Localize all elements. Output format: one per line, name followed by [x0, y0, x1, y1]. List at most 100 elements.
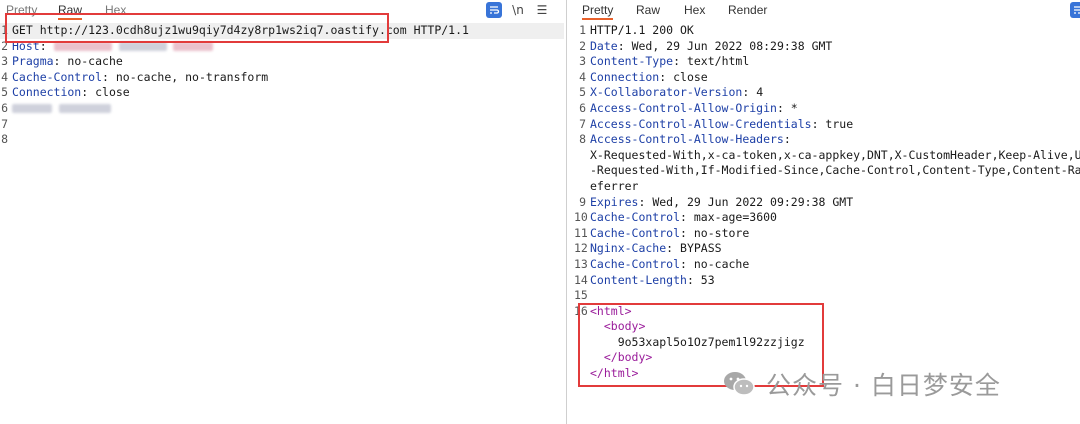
text-content: -Requested-With,If-Modified-Since,Cache-…	[590, 163, 1080, 178]
response-line: 10 Cache-Control: max-age=3600	[572, 210, 1080, 226]
header-key: Connection	[12, 85, 82, 100]
header-key: Cache-Control	[590, 210, 681, 225]
watermark: 公众号 · 白日梦安全	[722, 366, 1001, 402]
header-key: Expires	[590, 194, 639, 209]
line-number: 2	[579, 38, 586, 53]
request-line-cache-control: 4 Cache-Control: no-cache, no-transform	[0, 70, 564, 86]
response-line: 3 Content-Type: text/html	[572, 54, 1080, 70]
header-line: Access-Control-Allow-Origin: *	[590, 101, 798, 117]
header-key: Cache-Control	[590, 225, 681, 240]
line-number: 1	[579, 23, 586, 37]
request-toolbar: \n ☰	[486, 1, 550, 19]
line-number: 7	[579, 116, 586, 131]
header-key: Pragma	[12, 54, 54, 69]
response-tab-pretty[interactable]: Pretty	[582, 3, 614, 20]
word-wrap-icon[interactable]	[1070, 2, 1080, 18]
response-line: X-Requested-With,x-ca-token,x-ca-appkey,…	[572, 148, 1080, 164]
response-tab-render[interactable]: Render	[728, 3, 767, 17]
header-value: Wed, 29 Jun 2022 08:29:38 GMT	[624, 38, 833, 53]
line-number: 14	[574, 272, 588, 287]
pane-divider[interactable]	[566, 0, 567, 424]
header-key: Access-Control-Allow-Origin	[590, 100, 777, 115]
header-line: Cache-Control: no-store	[590, 226, 749, 242]
line-number: 10	[574, 210, 588, 225]
response-line: 6 Access-Control-Allow-Origin: *	[572, 101, 1080, 117]
header-value: max-age=3600	[686, 210, 777, 225]
header-line: Access-Control-Allow-Credentials: true	[590, 117, 853, 133]
response-tab-bar: Pretty Raw Hex Render	[572, 0, 1080, 20]
header-key: Nginx-Cache	[590, 241, 667, 256]
header-sep: :	[680, 210, 687, 225]
header-value: 4	[749, 85, 764, 100]
header-line: X-Collaborator-Version: 4	[590, 85, 763, 101]
response-line: 13 Cache-Control: no-cache	[572, 257, 1080, 273]
request-line-7: 7	[0, 117, 564, 133]
header-sep: :	[686, 272, 694, 287]
request-pane: Pretty Raw Hex \n ☰ 1 GET http://123.0cd…	[0, 0, 564, 424]
line-number: 3	[1, 54, 8, 69]
header-line: Date: Wed, 29 Jun 2022 08:29:38 GMT	[590, 39, 832, 55]
header-key: Connection	[590, 69, 660, 84]
response-line: -Requested-With,If-Modified-Since,Cache-…	[572, 163, 1080, 179]
response-line: 15	[572, 288, 1080, 304]
request-line-6: 6	[0, 101, 564, 117]
request-line-connection: 5 Connection: close	[0, 85, 564, 101]
line-number: 8	[579, 132, 586, 147]
response-tab-hex[interactable]: Hex	[684, 3, 705, 17]
response-line: 8 Access-Control-Allow-Headers:	[572, 132, 1080, 148]
response-tab-raw[interactable]: Raw	[636, 3, 660, 17]
header-sep: :	[673, 54, 681, 69]
header-value: BYPASS	[673, 241, 722, 256]
response-line: eferrer	[572, 179, 1080, 195]
line-number: 8	[1, 132, 8, 147]
line-number: 6	[579, 100, 586, 115]
header-line: Connection: close	[590, 70, 708, 86]
header-value: no-store	[686, 225, 750, 240]
header-value: no-cache, no-transform	[108, 69, 269, 84]
line-number: 5	[1, 85, 8, 100]
line-number: 4	[1, 69, 8, 84]
response-line: 9 Expires: Wed, 29 Jun 2022 09:29:38 GMT	[572, 195, 1080, 211]
header-key: Content-Length	[590, 272, 687, 287]
header-sep: :	[776, 100, 784, 115]
line-number: 3	[579, 54, 586, 69]
line-number: 15	[574, 288, 588, 303]
text-content: HTTP/1.1 200 OK	[590, 23, 694, 37]
line-number: 5	[579, 85, 586, 100]
header-sep: :	[811, 116, 819, 131]
header-line: Expires: Wed, 29 Jun 2022 09:29:38 GMT	[590, 195, 853, 211]
header-line: Content-Length: 53	[590, 273, 715, 289]
response-text: eferrer	[590, 179, 638, 195]
request-line-8: 8	[0, 132, 564, 148]
wechat-logo-icon	[724, 372, 755, 396]
header-line: Cache-Control: max-age=3600	[590, 210, 777, 226]
header-key: Content-Type	[590, 54, 674, 69]
request-line-pragma: 3 Pragma: no-cache	[0, 54, 564, 70]
header-value: no-cache	[60, 54, 123, 69]
show-newlines-icon[interactable]: \n	[510, 2, 526, 18]
line-number: 9	[579, 194, 586, 209]
response-text: -Requested-With,If-Modified-Since,Cache-…	[590, 163, 1080, 179]
redacted-value	[58, 103, 111, 113]
header-key: Cache-Control	[590, 256, 681, 271]
header-line: Content-Type: text/html	[590, 54, 749, 70]
line-number: 4	[579, 69, 586, 84]
header-value: text/html	[680, 54, 750, 69]
header-sep: :	[783, 132, 791, 147]
header-value: true	[818, 116, 854, 131]
response-line: 4 Connection: close	[572, 70, 1080, 86]
response-line: 11 Cache-Control: no-store	[572, 226, 1080, 242]
text-content: X-Requested-With,x-ca-token,x-ca-appkey,…	[590, 147, 1080, 162]
header-sep: :	[680, 225, 687, 240]
menu-icon[interactable]: ☰	[534, 2, 550, 18]
header-value: close	[666, 69, 708, 84]
line-number: 13	[574, 256, 588, 271]
header-value: Wed, 29 Jun 2022 09:29:38 GMT	[645, 194, 854, 209]
line-number: 11	[574, 225, 588, 240]
word-wrap-icon[interactable]	[486, 2, 502, 18]
header-line: Cache-Control: no-cache	[590, 257, 749, 273]
header-key: X-Collaborator-Version	[590, 85, 743, 100]
header-key: Date	[590, 38, 618, 53]
header-key: Access-Control-Allow-Headers	[590, 132, 784, 147]
header-value: close	[88, 85, 130, 100]
